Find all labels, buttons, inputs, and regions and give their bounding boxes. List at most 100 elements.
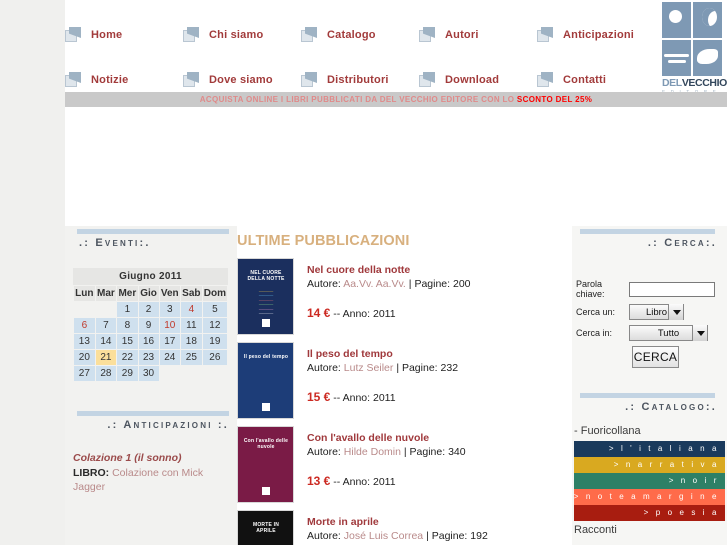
calendar-day-10[interactable]: 10 xyxy=(158,317,182,334)
anticipazioni-item[interactable]: Colazione 1 (il sonno) LIBRO: Colazione … xyxy=(73,452,229,494)
publication-author[interactable]: Lutz Seiler xyxy=(344,362,394,374)
book-cover[interactable]: MORTE IN APRILE xyxy=(237,510,294,545)
anticipazioni-link-cont[interactable]: Jagger xyxy=(73,481,105,493)
label-anno: Anno: xyxy=(342,392,371,404)
page-icon xyxy=(301,72,318,87)
calendar-weekday-row: Lun Mar Mer Gio Ven Sab Dom xyxy=(73,285,229,302)
right-sidebar: .: Cerca:. Parola chiave: Cerca un: Libr… xyxy=(572,226,727,545)
collana-label: > p o e s i a xyxy=(643,508,719,517)
publication-title[interactable]: Morte in aprile xyxy=(307,516,488,528)
catalogo-section: .: Catalogo:. - Fuoricollana > l ' i t a… xyxy=(572,390,727,536)
calendar-day-22: 22 xyxy=(116,349,139,366)
anticipazioni-title: Colazione 1 (il sonno) xyxy=(73,452,182,464)
label-pagine: Pagine: xyxy=(431,530,468,542)
book-cover[interactable]: Con l'avallo delle nuvole xyxy=(237,426,294,503)
meta-separator: | xyxy=(408,278,412,290)
site-logo[interactable]: DELVECCHIO E D I T O R E xyxy=(662,2,727,93)
nav-label: Contatti xyxy=(563,73,607,86)
nav-item-download[interactable]: Download xyxy=(419,72,537,87)
nav-label: Anticipazioni xyxy=(563,28,635,41)
calendar-day-12: 12 xyxy=(201,317,229,334)
calendar-cell-empty xyxy=(201,365,229,382)
publication-price: 14 € xyxy=(307,306,331,320)
book-cover[interactable]: Il peso del tempo xyxy=(237,342,294,419)
book-cover-title: Con l'avallo delle nuvole xyxy=(243,438,289,450)
nav-label: Distributori xyxy=(327,73,389,86)
search-type-select[interactable]: Libro xyxy=(629,304,684,320)
calendar-weekday: Mar xyxy=(94,285,118,302)
section-title: .: Eventi:. xyxy=(79,237,151,249)
main-content: ULTIME PUBBLICAZIONI NEL CUORE DELLA NOT… xyxy=(237,226,572,545)
calendar-weekday: Ven xyxy=(158,285,182,302)
nav-item-notizie[interactable]: Notizie xyxy=(65,72,183,87)
header-rule xyxy=(580,393,715,398)
collana-bar[interactable]: > n o t e a m a r g i n e xyxy=(574,489,725,505)
section-title: .: Anticipazioni :. xyxy=(107,419,229,431)
publication-title[interactable]: Nel cuore della notte xyxy=(307,264,471,276)
calendar-day-28: 28 xyxy=(94,365,118,382)
calendar-day-6[interactable]: 6 xyxy=(73,317,96,334)
nav-item-anticipazioni[interactable]: Anticipazioni xyxy=(537,27,655,42)
search-scope-label: Cerca in: xyxy=(576,328,613,338)
search-type-value: Libro xyxy=(645,307,668,318)
publication-author[interactable]: Aa.Vv. Aa.Vv. xyxy=(343,278,406,290)
collana-label: > l ' i t a l i a n a xyxy=(608,444,719,453)
search-button[interactable]: CERCA xyxy=(632,346,679,368)
calendar-day-20: 20 xyxy=(73,349,96,366)
calendar-day-5: 5 xyxy=(201,301,229,318)
logo-tile-leaf xyxy=(693,40,722,76)
collana-bar[interactable]: > n a r r a t i v a xyxy=(574,457,725,473)
publication-title[interactable]: Il peso del tempo xyxy=(307,348,458,360)
calendar-day-3: 3 xyxy=(158,301,182,318)
header-rule xyxy=(580,229,715,234)
collana-bar[interactable]: > p o e s i a xyxy=(574,505,725,521)
page-icon xyxy=(183,27,200,42)
page-icon xyxy=(65,72,82,87)
nav-label: Autori xyxy=(445,28,479,41)
chevron-down-icon[interactable] xyxy=(692,325,707,341)
logo-name-part2: VECCHIO xyxy=(681,77,727,89)
nav-item-catalogo[interactable]: Catalogo xyxy=(301,27,419,42)
collana-label: > n a r r a t i v a xyxy=(613,460,719,469)
publication-meta: Autore: José Luis Correa | Pagine: 192 xyxy=(307,530,488,542)
chevron-down-icon[interactable] xyxy=(668,304,683,320)
publication-title[interactable]: Con l'avallo delle nuvole xyxy=(307,432,466,444)
left-sidebar: .: Eventi:. Giugno 2011 Lun Mar Mer Gio … xyxy=(65,226,237,545)
page-icon xyxy=(419,72,436,87)
promo-banner[interactable]: ACQUISTA ONLINE I LIBRI PUBBLICATI DA DE… xyxy=(65,92,727,107)
calendar-day-9: 9 xyxy=(137,317,160,334)
publication-author[interactable]: José Luis Correa xyxy=(344,530,423,542)
search-scope-select[interactable]: Tutto xyxy=(629,325,708,341)
book-cover[interactable]: NEL CUORE DELLA NOTTE ———— ———— ———— ———— ———… xyxy=(237,258,294,335)
publication-item: MORTE IN APRILE Morte in aprile Autore: Jo… xyxy=(237,510,572,545)
calendar-day-21[interactable]: 21 xyxy=(94,349,118,366)
nav-item-dove-siamo[interactable]: Dove siamo xyxy=(183,72,301,87)
collana-bar[interactable]: > l ' i t a l i a n a xyxy=(574,441,725,457)
calendar-day-26: 26 xyxy=(201,349,229,366)
search-input[interactable] xyxy=(629,281,715,297)
nav-label: Dove siamo xyxy=(209,73,273,86)
calendar-body: 1 2 3 4 5 6 7 8 9 10 11 12 13 14 15 16 17 18 19 20 21 22 23 24 2… xyxy=(73,301,229,382)
nav-item-contatti[interactable]: Contatti xyxy=(537,72,655,87)
nav-item-autori[interactable]: Autori xyxy=(419,27,537,42)
label-anno: Anno: xyxy=(342,308,371,320)
publication-meta: Autore: Hilde Domin | Pagine: 340 xyxy=(307,446,466,458)
publication-author[interactable]: Hilde Domin xyxy=(344,446,401,458)
publication-info: Con l'avallo delle nuvole Autore: Hilde D… xyxy=(294,426,466,503)
anticipazioni-link[interactable]: Colazione con Mick xyxy=(112,467,203,479)
calendar-day-1: 1 xyxy=(116,301,139,318)
catalogo-racconti-link[interactable]: Racconti xyxy=(574,524,727,536)
calendar-day-4[interactable]: 4 xyxy=(180,301,203,318)
nav-item-chi-siamo[interactable]: Chi siamo xyxy=(183,27,301,42)
collana-bar[interactable]: > n o i r xyxy=(574,473,725,489)
calendar-weekday: Gio xyxy=(137,285,160,302)
catalogo-fuoricollana-link[interactable]: - Fuoricollana xyxy=(574,425,727,437)
meta-separator: | xyxy=(403,446,407,458)
nav-item-distributori[interactable]: Distributori xyxy=(301,72,419,87)
nav-label: Notizie xyxy=(91,73,129,86)
anticipazioni-detail: LIBRO: Colazione con Mick xyxy=(73,466,229,480)
calendar-cell-empty xyxy=(158,365,182,382)
nav-label: Chi siamo xyxy=(209,28,264,41)
calendar-week-row: 13 14 15 16 17 18 19 xyxy=(73,333,229,350)
nav-item-home[interactable]: Home xyxy=(65,27,183,42)
